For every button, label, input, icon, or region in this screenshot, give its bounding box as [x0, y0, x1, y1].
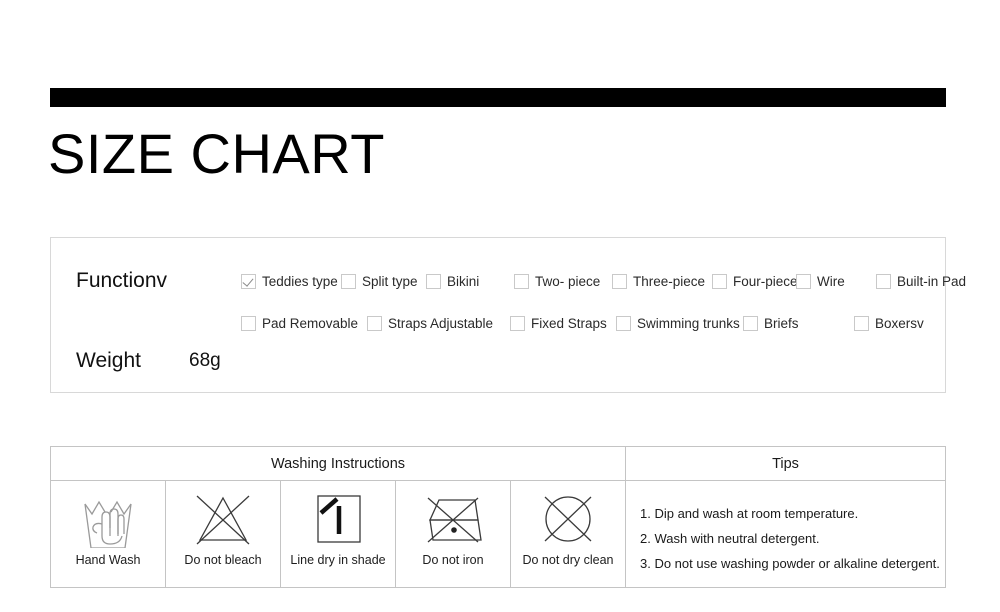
- checkbox-label: Split type: [362, 273, 418, 289]
- tip-line: 2. Wash with neutral detergent.: [640, 531, 820, 546]
- wash-cell-line-dry-shade: Line dry in shade: [281, 481, 396, 587]
- tips-cell: 1. Dip and wash at room temperature. 2. W…: [626, 481, 945, 587]
- checkbox-label: Wire: [817, 273, 845, 289]
- checkbox-unchecked-icon[interactable]: [367, 315, 382, 331]
- wash-caption: Line dry in shade: [290, 553, 386, 567]
- page-title: SIZE CHART: [48, 122, 385, 185]
- checkbox-unchecked-icon[interactable]: [854, 315, 869, 331]
- checkbox-label: Straps Adjustable: [388, 315, 494, 331]
- wash-cell-do-not-iron: Do not iron: [396, 481, 511, 587]
- checkbox-label: Two- piece: [535, 273, 601, 289]
- checkbox-option-four-piece[interactable]: Four-piece: [712, 264, 798, 298]
- wash-caption: Hand Wash: [75, 553, 141, 567]
- checkbox-unchecked-icon[interactable]: [616, 315, 631, 331]
- tip-line: 1. Dip and wash at room temperature.: [640, 506, 859, 521]
- do-not-bleach-icon: [190, 490, 256, 548]
- checkbox-unchecked-icon[interactable]: [876, 273, 891, 289]
- checkbox-label: Bikini: [447, 273, 480, 289]
- specification-panel: Functionv Teddies type Split type Bikini Tw…: [50, 237, 966, 393]
- wash-header-washing-label: Washing Instructions: [270, 455, 406, 472]
- wash-caption: Do not bleach: [184, 553, 262, 567]
- checkbox-unchecked-icon[interactable]: [612, 273, 627, 289]
- checkbox-option-built-in-pad[interactable]: Built-in Pad: [876, 264, 966, 298]
- wash-header-cell-tips: Tips: [626, 447, 945, 480]
- washing-instructions-table: Washing Instructions Tips Hand Wash Do no…: [50, 446, 946, 588]
- checkbox-label: Swimming trunks: [637, 315, 740, 331]
- checkbox-option-teddies-type[interactable]: Teddies type: [241, 264, 338, 298]
- hand-wash-icon: [75, 490, 141, 548]
- checkbox-label: Four-piece: [733, 273, 798, 289]
- checkbox-option-two-piece[interactable]: Two- piece: [514, 264, 600, 298]
- wash-cell-do-not-dry-clean: Do not dry clean: [511, 481, 626, 587]
- checkbox-label: Boxersv: [875, 315, 924, 331]
- checkbox-unchecked-icon[interactable]: [426, 273, 441, 289]
- function-row-secondary: Pad Removable Straps Adjustable Fixed Stra…: [51, 306, 945, 340]
- checkbox-unchecked-icon[interactable]: [743, 315, 758, 331]
- do-not-iron-icon: [420, 490, 486, 548]
- wash-caption: Do not dry clean: [522, 553, 614, 567]
- checkbox-unchecked-icon[interactable]: [796, 273, 811, 289]
- checkbox-option-bikini[interactable]: Bikini: [426, 264, 479, 298]
- wash-caption: Do not iron: [422, 553, 484, 567]
- checkbox-option-three-piece[interactable]: Three-piece: [612, 264, 705, 298]
- checkbox-label: Fixed Straps: [531, 315, 607, 331]
- checkbox-label: Briefs: [764, 315, 799, 331]
- wash-table-body: Hand Wash Do not bleach Line dry in shade D…: [51, 481, 945, 587]
- checkbox-option-straps-adjustable[interactable]: Straps Adjustable: [367, 306, 493, 340]
- title-rule-bar: [50, 88, 946, 107]
- checkbox-unchecked-icon[interactable]: [712, 273, 727, 289]
- function-row-primary: Functionv Teddies type Split type Bikini Tw…: [51, 264, 966, 298]
- line-dry-shade-icon: [305, 490, 371, 548]
- wash-header-cell-washing: Washing Instructions: [51, 447, 626, 480]
- weight-row: Weight 68g: [51, 344, 945, 378]
- checkbox-option-boxersv[interactable]: Boxersv: [854, 306, 924, 340]
- checkbox-label: Pad Removable: [262, 315, 359, 331]
- checkbox-unchecked-icon[interactable]: [514, 273, 529, 289]
- checkbox-unchecked-icon[interactable]: [341, 273, 356, 289]
- weight-value: 68g: [189, 350, 221, 371]
- function-label: Functionv: [76, 269, 168, 292]
- wash-table-header: Washing Instructions Tips: [51, 447, 945, 481]
- weight-label: Weight: [76, 349, 141, 372]
- checkbox-option-fixed-straps[interactable]: Fixed Straps: [510, 306, 607, 340]
- checkbox-option-wire[interactable]: Wire: [796, 264, 845, 298]
- wash-cell-do-not-bleach: Do not bleach: [166, 481, 281, 587]
- checkbox-unchecked-icon[interactable]: [241, 315, 256, 331]
- checkbox-label: Built-in Pad: [897, 273, 967, 289]
- checkbox-option-split-type[interactable]: Split type: [341, 264, 418, 298]
- checkbox-label: Three-piece: [633, 273, 706, 289]
- checkbox-option-briefs[interactable]: Briefs: [743, 306, 799, 340]
- checkbox-option-pad-removable[interactable]: Pad Removable: [241, 306, 358, 340]
- wash-cell-hand-wash: Hand Wash: [51, 481, 166, 587]
- tip-line: 3. Do not use washing powder or alkaline…: [640, 556, 940, 571]
- checkbox-checked-icon[interactable]: [241, 273, 256, 289]
- checkbox-option-swimming-trunks[interactable]: Swimming trunks: [616, 306, 740, 340]
- do-not-dry-clean-icon: [535, 490, 601, 548]
- wash-header-tips-label: Tips: [772, 455, 799, 472]
- checkbox-unchecked-icon[interactable]: [510, 315, 525, 331]
- checkbox-label: Teddies type: [262, 273, 338, 289]
